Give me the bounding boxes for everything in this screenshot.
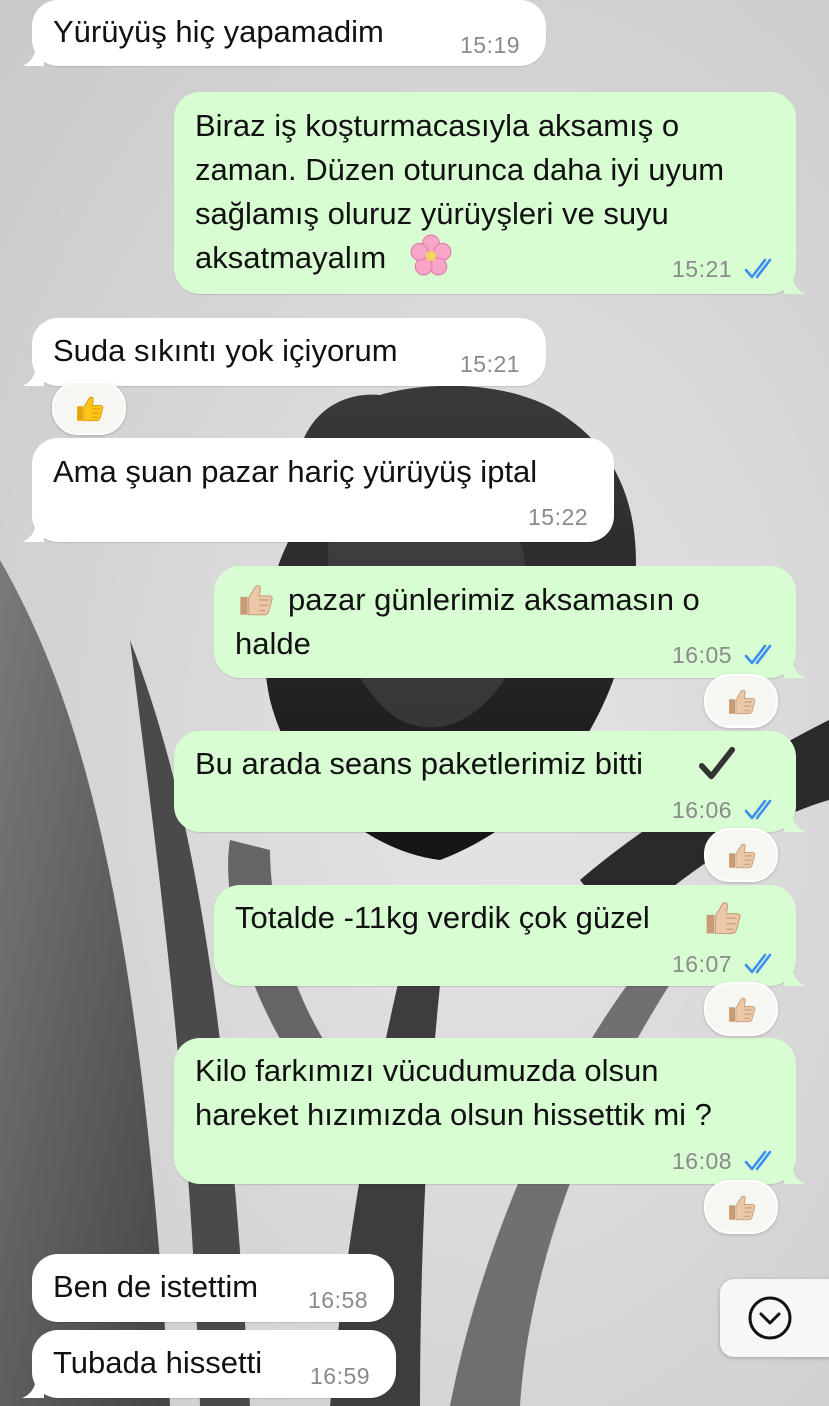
message-timestamp: 16:08: [672, 1148, 733, 1174]
message-reaction[interactable]: [52, 381, 126, 435]
check-mark-emoji: [698, 746, 736, 780]
thumbs-up-emoji: [700, 895, 744, 939]
read-receipt-icon: [744, 258, 778, 280]
message-text: Suda sıkıntı yok içiyorum: [53, 333, 398, 368]
message-reaction[interactable]: [704, 982, 778, 1036]
thumbs-up-icon: [724, 838, 758, 872]
message-text: Bu arada seans paketlerimiz bitti: [195, 746, 644, 781]
message-timestamp: 16:59: [310, 1363, 371, 1389]
message-bubble-incoming[interactable]: Ama şuan pazar hariç yürüyüş iptal 15:22: [22, 438, 614, 542]
bubble-tail: [22, 364, 44, 386]
message-text: Biraz iş koşturmacasıyla aksamış o zaman…: [195, 108, 725, 275]
bubble-tail: [784, 272, 806, 294]
scroll-to-bottom-button[interactable]: [720, 1279, 829, 1357]
message-bubble-incoming[interactable]: Tubada hissetti 16:59: [22, 1330, 396, 1398]
bubble-tail: [784, 964, 806, 986]
read-receipt-icon: [744, 644, 778, 666]
message-timestamp: 16:05: [672, 642, 733, 668]
message-timestamp: 16:58: [308, 1287, 369, 1313]
message-text: pazar günlerimiz aksamasın o halde: [235, 582, 700, 661]
message-reaction[interactable]: [704, 1180, 778, 1234]
read-receipt-icon: [744, 953, 778, 975]
message-bubble-incoming[interactable]: Yürüyüş hiç yapamadim 15:19: [22, 0, 546, 66]
bubble-tail: [22, 520, 44, 542]
bubble-tail: [22, 44, 44, 66]
message-bubble-outgoing[interactable]: Bu arada seans paketlerimiz bitti 16:06: [174, 731, 806, 832]
message-reaction[interactable]: [704, 828, 778, 882]
message-bubble-outgoing[interactable]: Totalde -11kg verdik çok güzel 16:07: [214, 885, 806, 986]
message-text: Tubada hissetti: [53, 1345, 263, 1380]
read-receipt-icon: [744, 799, 778, 821]
message-reaction[interactable]: [704, 674, 778, 728]
message-bubble-outgoing[interactable]: Biraz iş koşturmacasıyla aksamış o zaman…: [174, 92, 806, 294]
bubble-tail: [784, 810, 806, 832]
message-text: Kilo farkımızı vücudumuzda olsun hareket…: [195, 1053, 712, 1132]
message-text: Totalde -11kg verdik çok güzel: [235, 900, 650, 935]
bubble-tail: [784, 1162, 806, 1184]
message-timestamp: 16:06: [672, 797, 733, 823]
message-bubble-outgoing[interactable]: pazar günlerimiz aksamasın o halde 16:05: [214, 566, 806, 678]
thumbs-up-icon: [724, 992, 758, 1026]
message-timestamp: 15:19: [460, 32, 521, 58]
cherry-blossom-emoji: [410, 234, 452, 276]
message-bubble-incoming[interactable]: Suda sıkıntı yok içiyorum 15:21: [22, 318, 546, 386]
message-timestamp: 15:21: [672, 256, 733, 282]
message-text: Yürüyüş hiç yapamadim: [53, 14, 384, 49]
message-bubble-outgoing[interactable]: Kilo farkımızı vücudumuzda olsun hareket…: [174, 1038, 806, 1184]
message-timestamp: 15:21: [460, 351, 521, 377]
message-bubble-incoming[interactable]: Ben de istettim 16:58: [32, 1254, 394, 1322]
message-timestamp: 16:07: [672, 951, 733, 977]
message-text: Ama şuan pazar hariç yürüyüş iptal: [53, 454, 538, 489]
read-receipt-icon: [744, 1150, 778, 1172]
thumbs-up-icon: [724, 684, 758, 718]
thumbs-up-icon: [72, 391, 106, 425]
bubble-tail: [22, 1376, 44, 1398]
thumbs-up-icon: [724, 1190, 758, 1224]
bubble-tail: [784, 656, 806, 678]
message-text: Ben de istettim: [53, 1269, 259, 1304]
message-timestamp: 15:22: [528, 504, 589, 530]
chevron-down-icon: [748, 1296, 792, 1340]
